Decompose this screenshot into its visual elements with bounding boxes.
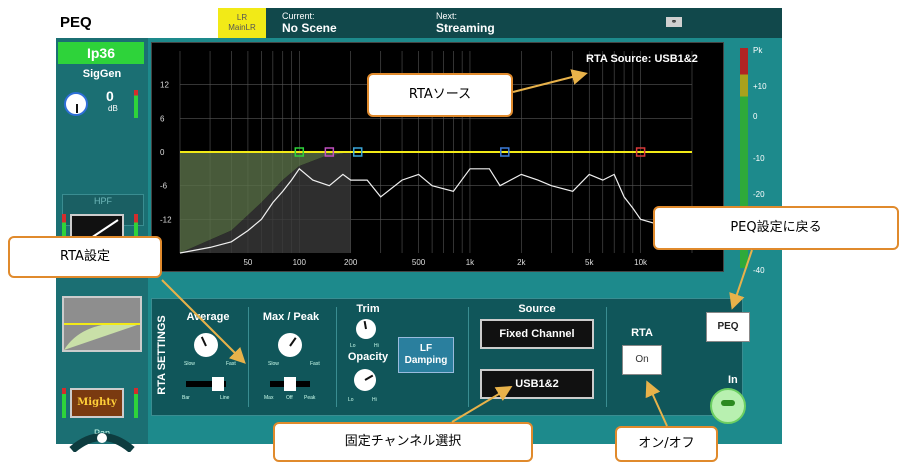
arrow-rta-settings [161,279,246,364]
arrow-back-to-peq [729,249,753,310]
arrow-fixed-channel [451,385,513,423]
arrow-rta-source [512,69,588,93]
arrow-on-off [645,380,668,427]
callout-arrows [161,69,753,427]
